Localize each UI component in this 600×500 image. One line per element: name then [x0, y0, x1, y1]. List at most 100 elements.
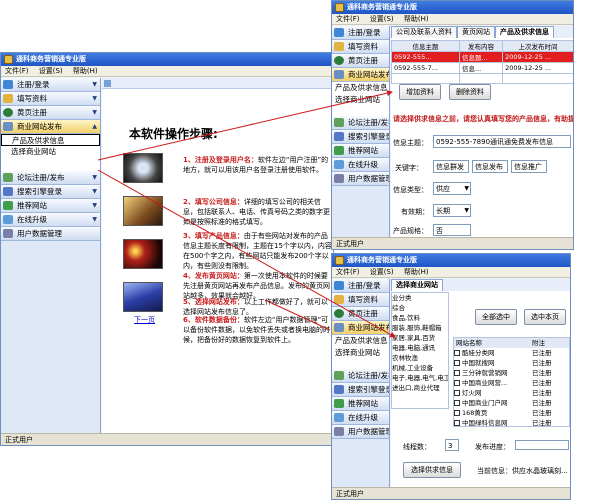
spec-field[interactable]: 否	[433, 224, 471, 236]
sidebar-item-upgrade[interactable]: 在线升级	[332, 158, 389, 172]
sidebar-item-register[interactable]: 注册/登录	[332, 26, 389, 40]
site-row[interactable]: 168黄页 已注册	[454, 408, 569, 418]
subject-field[interactable]: 0592-555-7890通讯通免费发布信息	[433, 135, 571, 148]
info-type-select[interactable]: 供应 ▼	[433, 182, 471, 195]
menu-help[interactable]: 帮助(H)	[69, 67, 102, 75]
menu-settings[interactable]: 设置(S)	[366, 15, 398, 23]
tab-company-contact[interactable]: 公司及联系人资料	[391, 26, 457, 38]
sidebar-item-recommend[interactable]: 推荐网站 ▼	[1, 199, 100, 213]
sidebar-item-business-sites[interactable]: 商业网站发布	[332, 68, 389, 82]
win2-menubar: 文件(F) 设置(S) 帮助(H)	[332, 14, 573, 25]
list-item[interactable]: 电子,电器,电气,电工	[392, 373, 448, 383]
submenu-select-sites[interactable]: 选择商业网站	[332, 347, 389, 359]
sidebar-item-business-sites[interactable]: 商业网站发布 ▲	[1, 120, 100, 134]
col-note[interactable]: 附注	[532, 339, 545, 347]
submenu-product-info[interactable]: 产品及供求信息	[332, 335, 389, 347]
star-icon	[334, 146, 344, 155]
sidebar-item-data-mgmt[interactable]: 用户数据管理	[332, 425, 389, 439]
publish-progress-bar	[515, 440, 569, 450]
menu-file[interactable]: 文件(F)	[332, 15, 364, 23]
sidebar-item-register[interactable]: 注册/登录	[332, 279, 389, 293]
sidebar-item-forum[interactable]: 论坛注册/发布 ▼	[1, 171, 100, 185]
site-row[interactable]: 中国就搜网 已注册	[454, 358, 569, 368]
submenu-select-sites[interactable]: 选择商业网站	[1, 146, 100, 158]
col-content[interactable]: 发布内容	[459, 40, 504, 52]
select-all-button[interactable]: 全部选中	[475, 309, 517, 325]
checkbox[interactable]	[454, 390, 460, 396]
list-item[interactable]: 业分类	[392, 293, 448, 303]
checkbox[interactable]	[454, 410, 460, 416]
menu-settings[interactable]: 设置(S)	[35, 67, 67, 75]
sidebar-item-forum[interactable]: 论坛注册/发布	[332, 116, 389, 130]
menu-file[interactable]: 文件(F)	[332, 268, 364, 276]
sidebar-item-upgrade[interactable]: 在线升级	[332, 411, 389, 425]
tab-product-info[interactable]: 产品及供求信息	[495, 26, 554, 38]
checkbox[interactable]	[454, 370, 460, 376]
sidebar-item-register[interactable]: 注册/登录 ▼	[1, 78, 100, 92]
list-item[interactable]: 机械,工业设备	[392, 363, 448, 373]
menu-help[interactable]: 帮助(H)	[400, 15, 433, 23]
col-site-name[interactable]: 网站名称	[454, 338, 532, 348]
sidebar-item-upgrade[interactable]: 在线升级 ▼	[1, 213, 100, 227]
checkbox[interactable]	[454, 360, 460, 366]
user-icon	[3, 80, 13, 89]
checkbox[interactable]	[454, 400, 460, 406]
submenu-product-info[interactable]: 产品及供求信息	[1, 134, 100, 146]
sidebar-item-forum[interactable]: 论坛注册/发布	[332, 369, 389, 383]
checkbox[interactable]	[454, 420, 460, 426]
sidebar-item-fill-info[interactable]: 填写资料	[332, 293, 389, 307]
keyword-field-1[interactable]: 信息群发	[433, 160, 469, 173]
submenu-product-info[interactable]: 产品及供求信息	[332, 82, 389, 94]
folder-icon	[334, 295, 344, 304]
chevron-down-icon: ▼	[92, 202, 97, 209]
list-item[interactable]: 进出口,商业代理	[392, 383, 448, 393]
tab-select-sites[interactable]: 选择商业网站	[391, 279, 443, 291]
sidebar-item-yellow-pages[interactable]: 黄页注册 ▼	[1, 106, 100, 120]
sidebar-item-data-mgmt[interactable]: 用户数据管理	[332, 172, 389, 186]
col-subject[interactable]: 信息主题	[391, 40, 461, 52]
tab-yellow-pages[interactable]: 黄页网站	[457, 26, 495, 38]
delete-info-button[interactable]: 删除资料	[449, 84, 491, 100]
add-info-button[interactable]: 增加资料	[399, 84, 441, 100]
sidebar-item-fill-info[interactable]: 填写资料	[332, 40, 389, 54]
table-row[interactable]: 0592-555... 信息题... 2009-12-25 ...	[391, 51, 573, 63]
site-row[interactable]: 中国绿科信息网 已注册	[454, 418, 569, 426]
site-row[interactable]: 灯火网 已注册	[454, 388, 569, 398]
sidebar-item-recommend[interactable]: 推荐网站	[332, 397, 389, 411]
list-item[interactable]: 服装,服饰,鞋帽箱	[392, 323, 448, 333]
label-info-type: 信息类型：	[393, 186, 428, 194]
sidebar-item-search-engine[interactable]: 搜索引擎登录	[332, 130, 389, 144]
menu-help[interactable]: 帮助(H)	[400, 268, 433, 276]
keyword-field-3[interactable]: 信息推广	[511, 160, 547, 173]
sidebar-item-fill-info[interactable]: 填写资料 ▼	[1, 92, 100, 106]
sidebar-item-recommend[interactable]: 推荐网站	[332, 144, 389, 158]
list-item[interactable]: 电器,电脑,通讯	[392, 343, 448, 353]
sidebar-item-yellow-pages[interactable]: 黄页注册	[332, 307, 389, 321]
col-last-time[interactable]: 上次发布时间	[502, 40, 573, 52]
select-page-button[interactable]: 选中本页	[524, 309, 566, 325]
keyword-field-2[interactable]: 信息发布	[472, 160, 508, 173]
list-item[interactable]: 综合	[392, 303, 448, 313]
threads-input[interactable]: 3	[445, 439, 459, 451]
checkbox[interactable]	[454, 350, 460, 356]
validity-select[interactable]: 长期 ▼	[433, 204, 471, 217]
site-row[interactable]: 中国商业网营... 已注册	[454, 378, 569, 388]
site-row[interactable]: 三分钟就营销网 已注册	[454, 368, 569, 378]
sidebar-item-yellow-pages[interactable]: 黄页注册	[332, 54, 389, 68]
submenu-select-sites[interactable]: 选择商业网站	[332, 94, 389, 106]
list-item[interactable]: 食品,饮料	[392, 313, 448, 323]
site-row[interactable]: 酷娃分类网 已注册	[454, 348, 569, 358]
choose-info-button[interactable]: 选择供求信息	[403, 462, 461, 478]
sidebar-item-search-engine[interactable]: 搜索引擎登录 ▼	[1, 185, 100, 199]
sidebar-item-data-mgmt[interactable]: 用户数据管理	[1, 227, 100, 241]
table-row[interactable]: 0592-555-7... 信息... 2009-12-25 ...	[391, 62, 573, 74]
checkbox[interactable]	[454, 380, 460, 386]
list-item[interactable]: 农林牧渔	[392, 353, 448, 363]
next-page-link[interactable]: 下一页	[134, 315, 155, 325]
sidebar-item-business-sites[interactable]: 商业网站发布	[332, 321, 389, 335]
list-item[interactable]: 家居,家具,百货	[392, 333, 448, 343]
sidebar-item-search-engine[interactable]: 搜索引擎登录	[332, 383, 389, 397]
site-row[interactable]: 中国商业门户网 已注册	[454, 398, 569, 408]
menu-file[interactable]: 文件(F)	[1, 67, 33, 75]
menu-settings[interactable]: 设置(S)	[366, 268, 398, 276]
